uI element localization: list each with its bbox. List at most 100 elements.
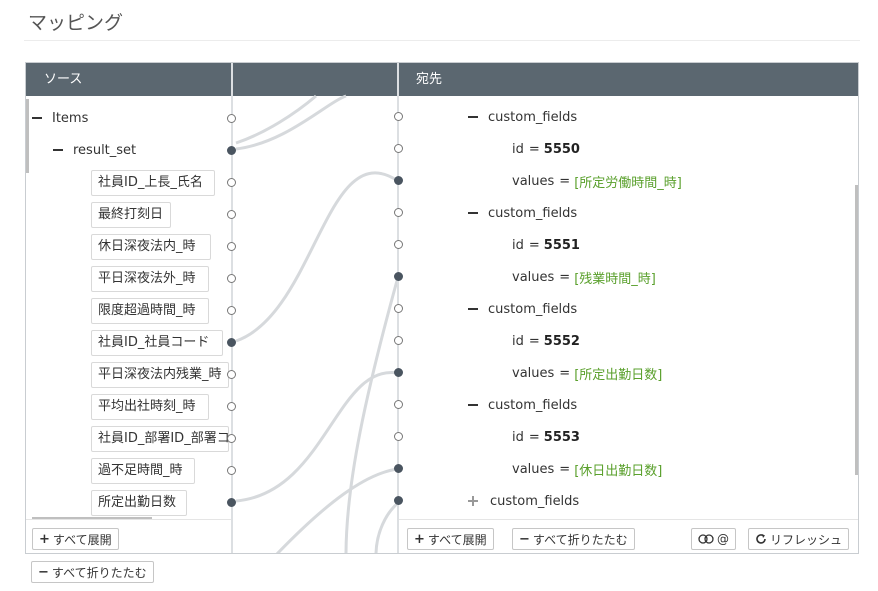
collapse-icon[interactable]: [468, 212, 478, 214]
dest-key: id: [512, 237, 524, 253]
dest-key: id: [512, 141, 524, 157]
destination-port[interactable]: [394, 432, 403, 441]
dest-node-custom-fields[interactable]: custom_fields: [468, 296, 577, 322]
destination-port-connected[interactable]: [394, 464, 403, 473]
destination-port[interactable]: [394, 304, 403, 313]
dest-node-custom-fields[interactable]: custom_fields: [468, 200, 577, 226]
source-field[interactable]: 所定出勤日数: [91, 490, 187, 516]
dest-field-values[interactable]: values = [休日出勤日数]: [512, 456, 662, 482]
destination-port[interactable]: [394, 208, 403, 217]
source-field[interactable]: 社員ID_社員コード: [91, 330, 223, 356]
source-field[interactable]: 過不足時間_時: [91, 458, 195, 484]
dest-field-values[interactable]: values = [所定労働時間_時]: [512, 168, 682, 194]
link-curve: [275, 467, 399, 553]
destination-port[interactable]: [394, 336, 403, 345]
dest-key: id: [512, 333, 524, 349]
refresh-icon: [756, 534, 766, 544]
source-port[interactable]: [227, 434, 236, 443]
link-curve: [235, 171, 399, 343]
source-port-connected[interactable]: [227, 498, 236, 507]
button-label: リフレッシュ: [770, 532, 843, 547]
source-scrollbar-vertical[interactable]: [26, 99, 29, 173]
source-port[interactable]: [227, 210, 236, 219]
source-field[interactable]: 平日深夜法外_時: [91, 266, 209, 292]
equals-sign: =: [528, 237, 540, 253]
source-port[interactable]: [227, 242, 236, 251]
source-field[interactable]: 休日深夜法内_時: [91, 234, 211, 260]
source-field[interactable]: 限度超過時間_時: [91, 298, 209, 324]
source-port[interactable]: [227, 402, 236, 411]
collapse-icon[interactable]: [468, 404, 478, 406]
collapse-icon[interactable]: [468, 308, 478, 310]
tree-node-result-set[interactable]: result_set: [53, 137, 136, 163]
source-field[interactable]: 社員ID_上長_氏名: [91, 170, 215, 196]
dest-node-label: custom_fields: [488, 301, 578, 317]
source-collapse-all-button[interactable]: − すべて折りたたむ: [31, 561, 154, 583]
dest-mapped-value[interactable]: [残業時間_時]: [574, 268, 656, 287]
dest-node-label: custom_fields: [490, 493, 580, 509]
destination-port-connected[interactable]: [394, 176, 403, 185]
source-port[interactable]: [227, 178, 236, 187]
dest-field-id[interactable]: id = 5552: [512, 328, 580, 354]
dest-field-id[interactable]: id = 5551: [512, 232, 580, 258]
equals-sign: =: [559, 269, 571, 285]
source-port[interactable]: [227, 114, 236, 123]
dest-node-label: custom_fields: [488, 397, 578, 413]
dest-collapse-all-button[interactable]: − すべて折りたたむ: [512, 528, 635, 550]
dest-key: id: [512, 429, 524, 445]
link-curve: [374, 501, 400, 553]
source-field[interactable]: 社員ID_部署ID_部署コ: [91, 426, 229, 452]
dest-field-id[interactable]: id = 5553: [512, 424, 580, 450]
dest-node-custom-fields-collapsed[interactable]: custom_fields: [468, 488, 579, 514]
dest-node-label: custom_fields: [488, 109, 578, 125]
dest-node-custom-fields[interactable]: custom_fields: [468, 104, 577, 130]
source-field[interactable]: 平均出社時刻_時: [91, 394, 209, 420]
button-label: すべて展開: [427, 532, 487, 547]
source-field[interactable]: 平日深夜法内残業_時: [91, 362, 229, 388]
dest-mapped-value[interactable]: [所定労働時間_時]: [574, 172, 682, 191]
destination-scrollbar-vertical[interactable]: [855, 185, 858, 475]
destination-port[interactable]: [394, 144, 403, 153]
source-port-connected[interactable]: [227, 338, 236, 347]
plus-icon: +: [39, 531, 50, 547]
refresh-button[interactable]: リフレッシュ: [748, 528, 850, 550]
collapse-icon[interactable]: [53, 149, 63, 151]
destination-port-connected[interactable]: [394, 368, 403, 377]
collapse-icon[interactable]: [32, 117, 42, 119]
source-port[interactable]: [227, 274, 236, 283]
destination-port[interactable]: [394, 112, 403, 121]
link-toggle-button[interactable]: @: [691, 528, 736, 550]
tree-node-items[interactable]: Items: [32, 105, 88, 131]
dest-id-value: 5551: [543, 237, 580, 253]
collapse-icon[interactable]: [468, 116, 478, 118]
dest-key: values: [512, 173, 555, 189]
source-port[interactable]: [227, 306, 236, 315]
source-expand-all-button[interactable]: + すべて展開: [32, 528, 119, 550]
equals-sign: =: [528, 333, 540, 349]
footer-divider: [399, 519, 858, 520]
minus-icon: −: [519, 531, 530, 547]
dest-field-id[interactable]: id = 5550: [512, 136, 580, 162]
destination-port[interactable]: [394, 400, 403, 409]
dest-node-custom-fields[interactable]: custom_fields: [468, 392, 577, 418]
equals-sign: =: [528, 141, 540, 157]
destination-port-connected[interactable]: [394, 496, 403, 505]
destination-port-connected[interactable]: [394, 272, 403, 281]
source-port[interactable]: [227, 370, 236, 379]
dest-expand-all-button[interactable]: + すべて展開: [407, 528, 494, 550]
dest-node-label: custom_fields: [488, 205, 578, 221]
expand-icon[interactable]: [468, 496, 478, 506]
dest-key: values: [512, 365, 555, 381]
source-port-connected[interactable]: [227, 146, 236, 155]
source-port[interactable]: [227, 466, 236, 475]
link-icon: [698, 534, 714, 544]
dest-mapped-value[interactable]: [休日出勤日数]: [574, 460, 662, 479]
dest-mapped-value[interactable]: [所定出勤日数]: [574, 364, 662, 383]
dest-field-values[interactable]: values = [残業時間_時]: [512, 264, 656, 290]
mapping-panel: ソース 宛先 Items result_set 社員ID_上長_氏名 最終打刻日…: [25, 62, 859, 554]
destination-port[interactable]: [394, 240, 403, 249]
page-title: マッピング: [28, 12, 124, 34]
button-label: すべて折りたたむ: [51, 565, 147, 580]
source-field[interactable]: 最終打刻日: [91, 202, 171, 228]
dest-field-values[interactable]: values = [所定出勤日数]: [512, 360, 662, 386]
